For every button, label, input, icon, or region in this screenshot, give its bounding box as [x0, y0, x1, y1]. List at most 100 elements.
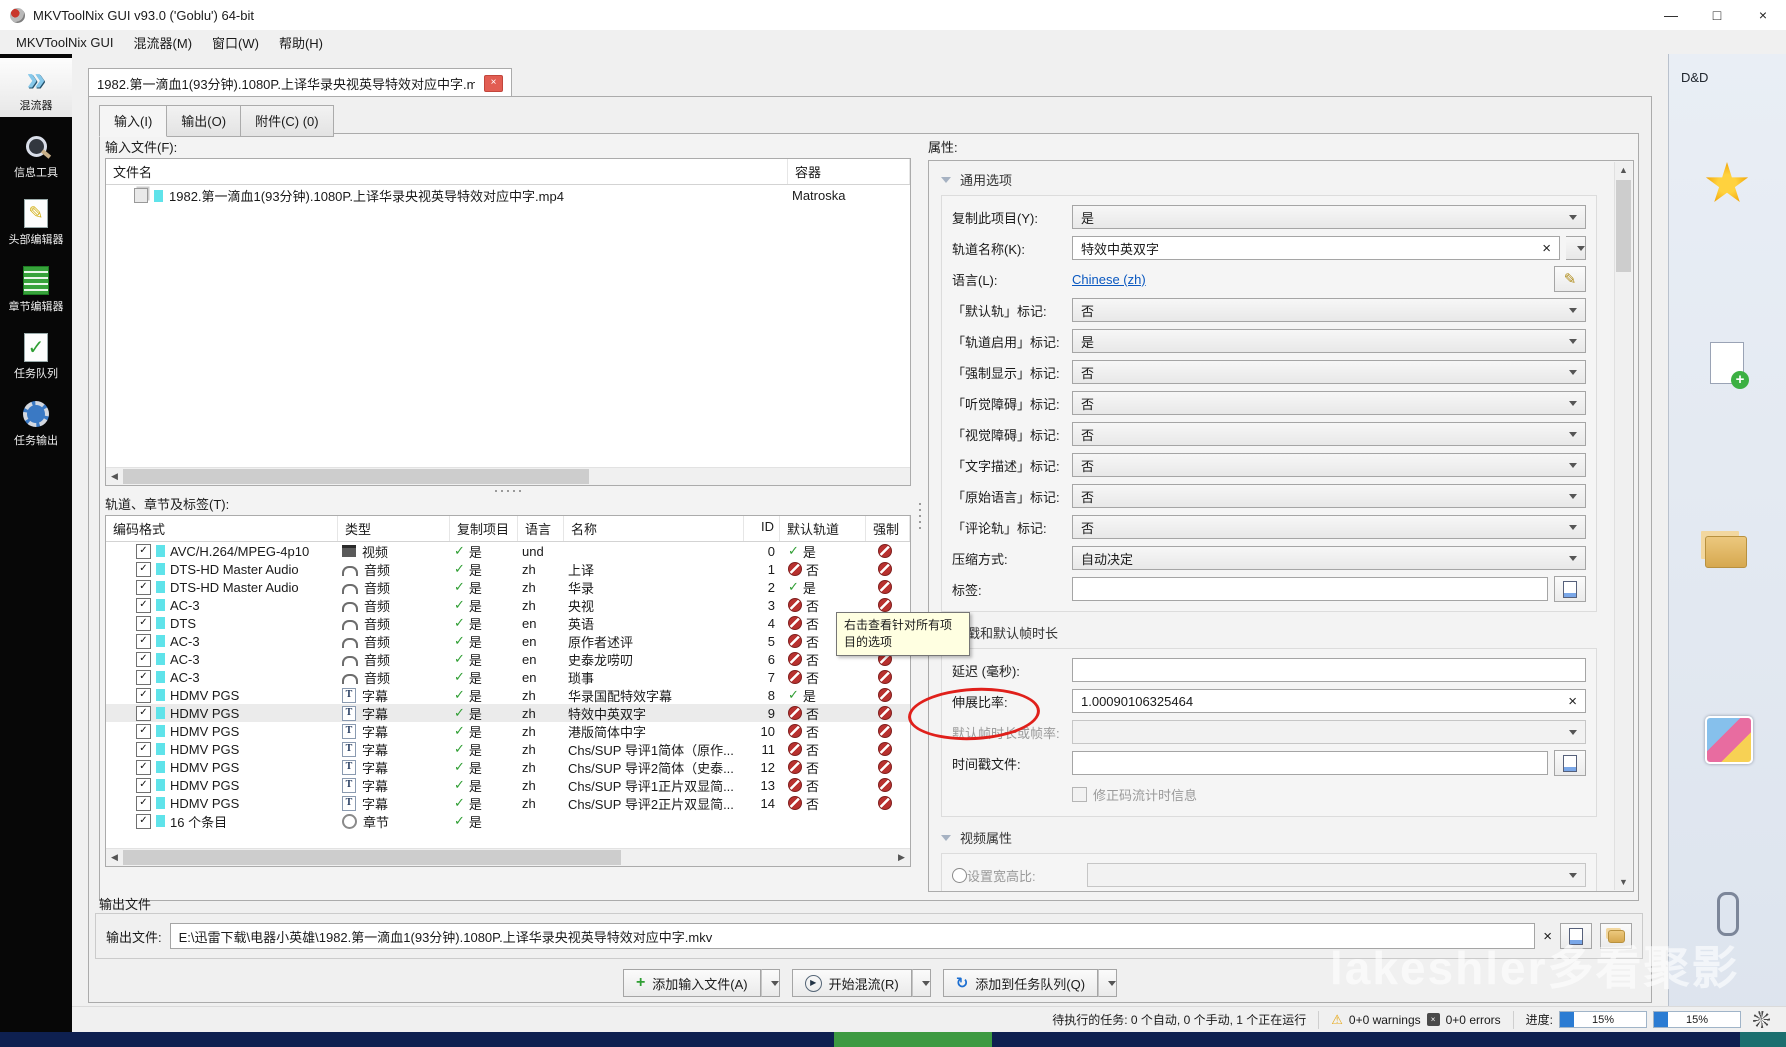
property-select[interactable]: 否 [1072, 484, 1586, 508]
property-select[interactable]: 是 [1072, 205, 1586, 229]
collapse-icon[interactable] [941, 835, 951, 841]
clear-icon[interactable]: × [1568, 694, 1577, 709]
browse-output-button[interactable] [1560, 923, 1592, 949]
column-5[interactable]: ID [744, 516, 780, 541]
vertical-splitter[interactable] [914, 138, 926, 894]
track-checkbox[interactable]: ✓ [136, 544, 151, 559]
clear-output-icon[interactable]: × [1543, 928, 1552, 945]
column-7[interactable]: 强制 [866, 516, 910, 541]
column-filename[interactable]: 文件名 [106, 159, 788, 184]
column-container[interactable]: 容器 [788, 159, 910, 184]
clear-icon[interactable]: × [1542, 241, 1551, 256]
files-hscrollbar[interactable]: ◀ [106, 467, 910, 485]
sidebar-item-job-queue[interactable]: ✓任务队列 [0, 326, 72, 385]
taskbar-running-app[interactable] [834, 1032, 992, 1047]
property-input[interactable] [1072, 577, 1548, 601]
track-checkbox[interactable]: ✓ [136, 724, 151, 739]
property-select[interactable] [1072, 720, 1586, 744]
track-row[interactable]: ✓AVC/H.264/MPEG-4p10视频✓是und0✓是 [106, 542, 910, 560]
track-checkbox[interactable]: ✓ [136, 634, 151, 649]
track-checkbox[interactable]: ✓ [136, 598, 151, 613]
column-1[interactable]: 类型 [338, 516, 450, 541]
document-tab[interactable]: 1982.第一滴血1(93分钟).1080P.上译华录央视英导特效对应中字.mk… [88, 68, 512, 97]
column-2[interactable]: 复制项目 [450, 516, 518, 541]
desktop-new-file-icon[interactable]: + [1710, 342, 1744, 384]
paperclip-icon[interactable] [1717, 892, 1739, 936]
tab-2[interactable]: 附件(C) (0) [240, 105, 334, 137]
column-0[interactable]: 编码格式 [106, 516, 338, 541]
sidebar-item-muxer[interactable]: »混流器 [0, 58, 72, 117]
start-muxing-button[interactable]: ▶开始混流(R) [792, 969, 912, 997]
menu-item-2[interactable]: 窗口(W) [202, 30, 269, 55]
track-name-input[interactable]: 特效中英双字× [1072, 236, 1560, 260]
column-4[interactable]: 名称 [564, 516, 744, 541]
sidebar-item-header-editor[interactable]: ✎头部编辑器 [0, 192, 72, 251]
scroll-thumb[interactable] [1616, 180, 1631, 272]
language-link[interactable]: Chinese (zh) [1072, 272, 1146, 287]
property-select[interactable]: 自动决定 [1072, 546, 1586, 570]
scroll-thumb[interactable] [123, 469, 589, 484]
track-row[interactable]: ✓HDMV PGST字幕✓是zh华录国配特效字幕8✓是 [106, 686, 910, 704]
track-row[interactable]: ✓AC-3音频✓是en琐事7否 [106, 668, 910, 686]
track-checkbox[interactable]: ✓ [136, 652, 151, 667]
track-checkbox[interactable]: ✓ [136, 670, 151, 685]
section-header-2[interactable]: 视频属性 [941, 827, 1597, 848]
combo-dropdown-button[interactable] [1566, 236, 1586, 260]
track-checkbox[interactable]: ✓ [136, 706, 151, 721]
tab-1[interactable]: 输出(O) [166, 105, 241, 137]
property-select[interactable]: 否 [1072, 360, 1586, 384]
property-input[interactable] [1072, 751, 1548, 775]
browse-button[interactable] [1554, 750, 1586, 776]
desktop-star-icon[interactable] [1705, 162, 1749, 206]
property-select[interactable]: 否 [1072, 515, 1586, 539]
collapse-icon[interactable] [941, 177, 951, 183]
aspect-ratio-select[interactable] [1087, 863, 1586, 887]
track-row[interactable]: ✓HDMV PGST字幕✓是zhChs/SUP 导评2正片双显简...14否 [106, 794, 910, 812]
scroll-right-icon[interactable]: ▶ [893, 852, 910, 863]
scroll-left-icon[interactable]: ◀ [106, 852, 123, 863]
track-checkbox[interactable]: ✓ [136, 778, 151, 793]
track-row[interactable]: ✓16 个条目章节✓是 [106, 812, 910, 830]
column-6[interactable]: 默认轨道 [780, 516, 866, 541]
tab-close-icon[interactable]: × [484, 75, 503, 92]
add-to-job-queue-dropdown[interactable] [1098, 969, 1117, 997]
sidebar-item-job-output[interactable]: 任务输出 [0, 393, 72, 452]
close-button[interactable]: × [1740, 0, 1786, 30]
properties-vscrollbar[interactable]: ▲ ▼ [1614, 162, 1632, 890]
track-checkbox[interactable]: ✓ [136, 796, 151, 811]
add-source-files-dropdown[interactable] [761, 969, 780, 997]
sidebar-item-chapter-editor[interactable]: 章节编辑器 [0, 259, 72, 318]
track-row[interactable]: ✓HDMV PGST字幕✓是zh特效中英双字9否 [106, 704, 910, 722]
taskbar-show-desktop[interactable] [1740, 1032, 1786, 1047]
section-header-0[interactable]: 通用选项 [941, 169, 1597, 190]
track-checkbox[interactable]: ✓ [136, 616, 151, 631]
property-select[interactable]: 否 [1072, 453, 1586, 477]
menu-item-3[interactable]: 帮助(H) [269, 30, 333, 55]
tracks-hscrollbar[interactable]: ◀ ▶ [106, 848, 910, 866]
track-row[interactable]: ✓AC-3音频✓是en原作者述评5否 [106, 632, 910, 650]
property-select[interactable]: 否 [1072, 298, 1586, 322]
windows-taskbar[interactable] [0, 1032, 1786, 1047]
track-row[interactable]: ✓AC-3音频✓是zh央视3否 [106, 596, 910, 614]
checkbox-disabled[interactable] [1072, 787, 1087, 802]
track-row[interactable]: ✓AC-3音频✓是en史泰龙唠叨6否 [106, 650, 910, 668]
desktop-photo-icon[interactable] [1705, 716, 1753, 764]
add-source-files-button[interactable]: +添加输入文件(A) [623, 969, 761, 997]
track-checkbox[interactable]: ✓ [136, 580, 151, 595]
desktop-folders-icon[interactable] [1705, 536, 1747, 568]
property-input[interactable] [1072, 658, 1586, 682]
track-checkbox[interactable]: ✓ [136, 688, 151, 703]
sidebar-item-info-tool[interactable]: 信息工具 [0, 125, 72, 184]
track-row[interactable]: ✓DTS-HD Master Audio音频✓是zh上译1否 [106, 560, 910, 578]
horizontal-splitter[interactable] [105, 486, 911, 495]
column-3[interactable]: 语言 [518, 516, 564, 541]
radio-button[interactable] [952, 868, 967, 883]
add-to-job-queue-button[interactable]: ↻添加到任务队列(Q) [943, 969, 1098, 997]
minimize-button[interactable]: — [1648, 0, 1694, 30]
track-checkbox[interactable]: ✓ [136, 742, 151, 757]
track-row[interactable]: ✓HDMV PGST字幕✓是zhChs/SUP 导评1简体（原作...11否 [106, 740, 910, 758]
output-options-button[interactable] [1600, 923, 1632, 949]
tab-0[interactable]: 输入(I) [99, 105, 167, 137]
track-checkbox[interactable]: ✓ [136, 562, 151, 577]
scroll-thumb[interactable] [123, 850, 621, 865]
